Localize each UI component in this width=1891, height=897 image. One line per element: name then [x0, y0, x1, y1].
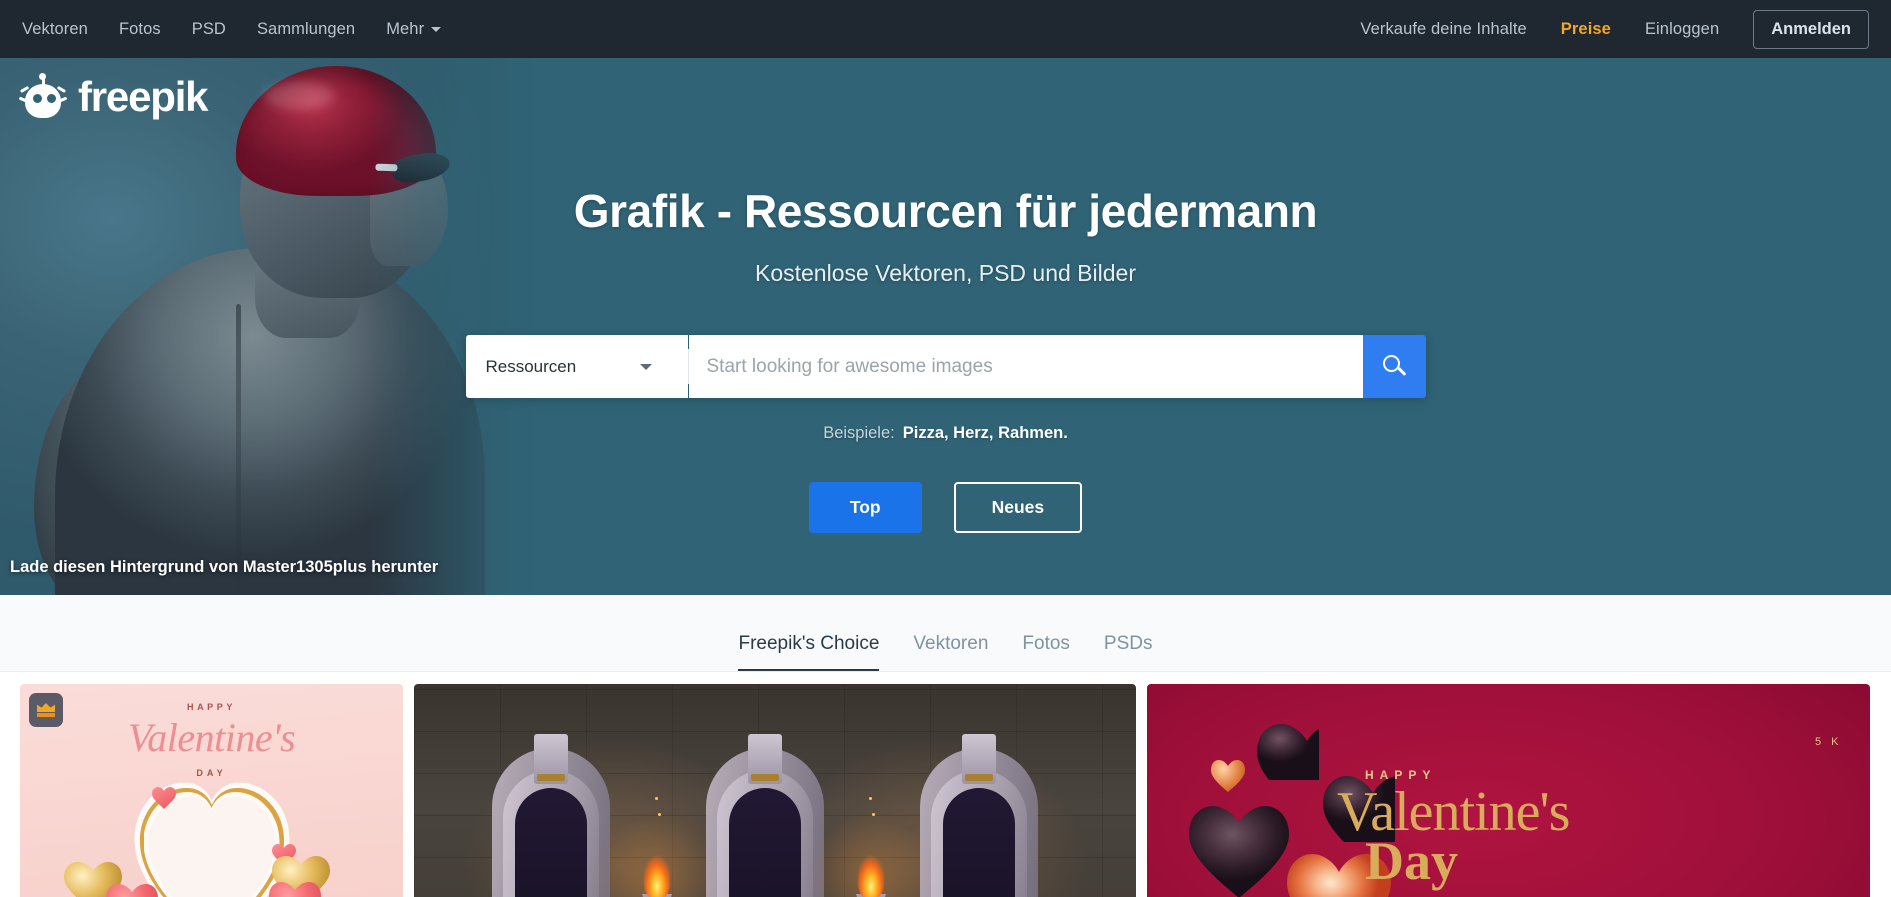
tab-freepiks-choice[interactable]: Freepik's Choice: [738, 633, 880, 671]
card3-happy-text: HAPPY: [1365, 768, 1437, 782]
tab-fotos[interactable]: Fotos: [1022, 633, 1070, 671]
crown-icon: [37, 703, 55, 717]
card2-torch: [595, 782, 719, 897]
tab-vektoren[interactable]: Vektoren: [913, 633, 988, 671]
content-tabs-bar: Freepik's Choice Vektoren Fotos PSDs: [0, 595, 1891, 672]
freepik-logo[interactable]: freepik: [18, 73, 209, 120]
nav-right-group: Verkaufe deine Inhalte Preise Einloggen …: [1360, 9, 1891, 49]
card3-corner-label: 5 K: [1814, 736, 1842, 748]
card-valentines-pink[interactable]: HAPPY Valentine's DAY: [20, 684, 403, 897]
card2-archway: [920, 734, 1038, 897]
search-bar: Ressourcen: [465, 335, 1426, 398]
hero-title: Grafik - Ressourcen für jedermann: [573, 185, 1318, 237]
card3-day-text: Day: [1365, 831, 1458, 891]
search-examples-label: Beispiele:: [823, 424, 895, 442]
card2-archway: [706, 734, 824, 897]
card1-day-text: DAY: [196, 768, 227, 778]
nav-item-psd[interactable]: PSD: [192, 20, 226, 39]
top-navigation-bar: Vektoren Fotos PSD Sammlungen Mehr Verka…: [0, 0, 1891, 58]
card-castle-torches[interactable]: [414, 684, 1136, 897]
top-button[interactable]: Top: [808, 482, 922, 533]
freepik-logo-text: freepik: [78, 73, 209, 120]
nav-login[interactable]: Einloggen: [1645, 20, 1719, 39]
hero-action-buttons: Top Neues: [808, 482, 1083, 533]
nav-left-group: Vektoren Fotos PSD Sammlungen Mehr: [0, 19, 442, 39]
hero-subtitle: Kostenlose Vektoren, PSD und Bilder: [754, 260, 1136, 286]
card-valentines-crimson[interactable]: HAPPY Valentine's Day 5 K: [1147, 684, 1870, 897]
tab-psds[interactable]: PSDs: [1104, 633, 1153, 671]
nav-item-vektoren[interactable]: Vektoren: [22, 20, 88, 39]
search-submit-button[interactable]: [1362, 335, 1426, 398]
hero-section: freepik Grafik - Ressourcen für jederman…: [0, 58, 1891, 595]
search-icon: [1382, 355, 1406, 378]
hero-photo-fade: [370, 58, 560, 595]
premium-crown-badge: [29, 693, 63, 727]
nav-sell-content[interactable]: Verkaufe deine Inhalte: [1360, 20, 1526, 39]
search-category-value: Ressourcen: [485, 356, 577, 376]
chevron-down-icon: [431, 26, 442, 32]
hero-background-photo: [0, 58, 560, 595]
nav-item-sammlungen[interactable]: Sammlungen: [257, 20, 355, 39]
nav-item-fotos[interactable]: Fotos: [119, 20, 161, 39]
signup-button[interactable]: Anmelden: [1753, 9, 1869, 49]
search-category-dropdown[interactable]: Ressourcen: [465, 335, 688, 398]
resource-card-grid: HAPPY Valentine's DAY HAPPY Valentine's …: [0, 672, 1891, 897]
chevron-down-icon: [639, 363, 652, 370]
neues-button[interactable]: Neues: [953, 482, 1083, 533]
nav-item-mehr-label: Mehr: [386, 19, 425, 38]
card1-happy-text: HAPPY: [186, 702, 236, 712]
search-examples-links[interactable]: Pizza, Herz, Rahmen.: [903, 424, 1068, 443]
card1-valentines-text: Valentine's: [127, 715, 296, 760]
hero-background-credit[interactable]: Lade diesen Hintergrund von Master1305pl…: [10, 558, 438, 577]
card2-archway: [492, 734, 610, 897]
freepik-robot-icon: [18, 73, 68, 119]
search-input-wrap: [688, 335, 1363, 398]
search-input[interactable]: [688, 335, 1363, 398]
card2-torch: [809, 782, 933, 897]
search-examples: Beispiele: Pizza, Herz, Rahmen.: [823, 424, 1068, 443]
nav-pricing[interactable]: Preise: [1561, 20, 1611, 39]
content-tabs: Freepik's Choice Vektoren Fotos PSDs: [738, 595, 1153, 671]
nav-item-mehr[interactable]: Mehr: [386, 19, 442, 39]
